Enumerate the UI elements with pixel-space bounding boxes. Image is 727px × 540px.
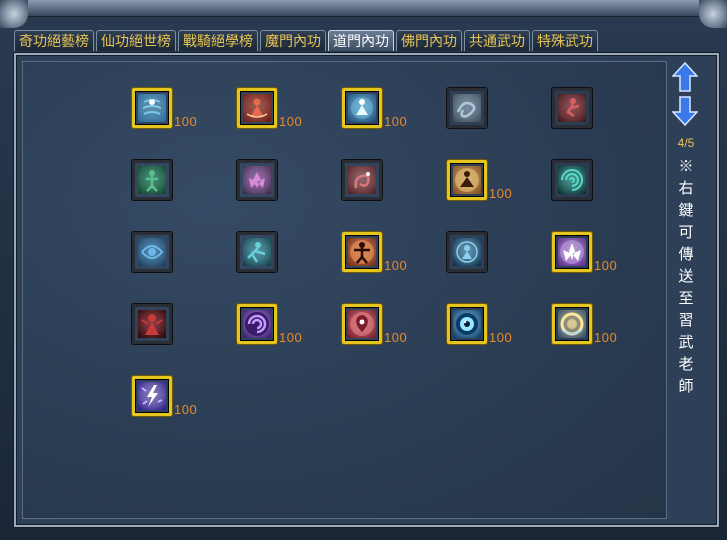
- skill-slot: [342, 160, 382, 200]
- arrow-up-icon: [672, 62, 698, 92]
- skill-icon-button[interactable]: [552, 160, 592, 200]
- skill-icon-button[interactable]: [552, 88, 592, 128]
- skill-level: 100: [174, 114, 198, 129]
- crimson-serpent-icon: [348, 166, 376, 194]
- skill-icon-button[interactable]: [237, 88, 277, 128]
- skill-level: 100: [489, 186, 513, 201]
- tab-xiangong-rank[interactable]: 仙功絕世榜: [96, 30, 176, 51]
- skill-icon-button[interactable]: [237, 232, 277, 272]
- aura-meditation-icon: [348, 94, 376, 122]
- skill-icon-button[interactable]: [552, 304, 592, 344]
- shadow-demon-icon: [138, 310, 166, 338]
- blue-sage-icon: [453, 238, 481, 266]
- skill-level: 100: [384, 330, 408, 345]
- skill-icon-button[interactable]: [342, 232, 382, 272]
- golden-ring-icon: [558, 310, 586, 338]
- skill-icon-button[interactable]: [552, 232, 592, 272]
- tab-mounted-rank[interactable]: 戰騎絕學榜: [178, 30, 258, 51]
- skill-grid-area: [22, 61, 667, 519]
- skill-level: 100: [174, 402, 198, 417]
- skill-slot: 100: [342, 232, 407, 273]
- teal-warrior-icon: [243, 238, 271, 266]
- skill-icon-button[interactable]: [132, 88, 172, 128]
- flowing-figure-icon: [138, 94, 166, 122]
- skill-slot: 100: [552, 232, 617, 273]
- azure-eye-icon: [453, 310, 481, 338]
- skill-slot: [552, 160, 592, 200]
- tab-tao-inner[interactable]: 道門內功: [328, 30, 394, 51]
- skill-slot: [447, 232, 487, 272]
- skill-icon-button[interactable]: [447, 232, 487, 272]
- skill-icon-button[interactable]: [342, 304, 382, 344]
- skill-slot: [237, 232, 277, 272]
- skill-slot: 100: [132, 88, 197, 129]
- window-top-border: [0, 0, 727, 17]
- skill-slot: 100: [132, 376, 197, 417]
- crimson-rune-icon: [348, 310, 376, 338]
- skill-icon-button[interactable]: [132, 160, 172, 200]
- tab-qigong-rank[interactable]: 奇功絕藝榜: [14, 30, 94, 51]
- skill-level: 100: [594, 330, 618, 345]
- skill-icon-button[interactable]: [237, 160, 277, 200]
- fire-meditation-icon: [243, 94, 271, 122]
- purple-spiral-icon: [243, 310, 271, 338]
- right-click-hint: ※右鍵可傳送至習武老師: [678, 158, 694, 395]
- mist-swirl-icon: [453, 94, 481, 122]
- skill-level: 100: [279, 114, 303, 129]
- golden-meditation-icon: [453, 166, 481, 194]
- violet-lotus-icon: [558, 238, 586, 266]
- skill-icon-button[interactable]: [447, 304, 487, 344]
- skill-level: 100: [384, 114, 408, 129]
- flame-stance-icon: [348, 238, 376, 266]
- skill-slot: [447, 88, 487, 128]
- arrow-down-icon: [672, 96, 698, 126]
- page-indicator: 4/5: [677, 136, 695, 150]
- lotus-blossom-icon: [243, 166, 271, 194]
- skill-icon-button[interactable]: [132, 376, 172, 416]
- skill-slot: 100: [342, 88, 407, 129]
- teal-vortex-icon: [558, 166, 586, 194]
- skill-icon-button[interactable]: [132, 304, 172, 344]
- tab-common-martial[interactable]: 共通武功: [464, 30, 530, 51]
- skill-category-tabs: 奇功絕藝榜 仙功絕世榜 戰騎絕學榜 魔門內功 道門內功 佛門內功 共通武功 特殊…: [14, 30, 598, 52]
- page-down-button[interactable]: [672, 96, 698, 126]
- skill-slot: [132, 304, 172, 344]
- page-up-button[interactable]: [672, 62, 698, 92]
- skill-slot: [552, 88, 592, 128]
- skill-slot: 100: [447, 304, 512, 345]
- tab-special-martial[interactable]: 特殊武功: [532, 30, 598, 51]
- skill-slot: [132, 232, 172, 272]
- frame-corner-ornament-right: [699, 0, 727, 28]
- lightning-figure-icon: [138, 382, 166, 410]
- skill-slot: 100: [552, 304, 617, 345]
- skill-icon-button[interactable]: [342, 160, 382, 200]
- skill-icon-button[interactable]: [342, 88, 382, 128]
- skill-slot: 100: [237, 88, 302, 129]
- skill-slot: [132, 160, 172, 200]
- tab-demon-inner[interactable]: 魔門內功: [260, 30, 326, 51]
- red-dancer-icon: [558, 94, 586, 122]
- skill-level: 100: [489, 330, 513, 345]
- water-swirl-icon: [138, 238, 166, 266]
- skill-icon-button[interactable]: [132, 232, 172, 272]
- skill-icon-button[interactable]: [237, 304, 277, 344]
- skill-level: 100: [594, 258, 618, 273]
- skill-slot: 100: [342, 304, 407, 345]
- skill-slot: 100: [447, 160, 512, 201]
- tab-buddha-inner[interactable]: 佛門內功: [396, 30, 462, 51]
- frame-corner-ornament-left: [0, 0, 28, 28]
- skill-icon-button[interactable]: [447, 88, 487, 128]
- skill-icon-button[interactable]: [447, 160, 487, 200]
- skill-slot: 100: [237, 304, 302, 345]
- skill-level: 100: [279, 330, 303, 345]
- skill-level: 100: [384, 258, 408, 273]
- skill-slot: [237, 160, 277, 200]
- jade-figure-icon: [138, 166, 166, 194]
